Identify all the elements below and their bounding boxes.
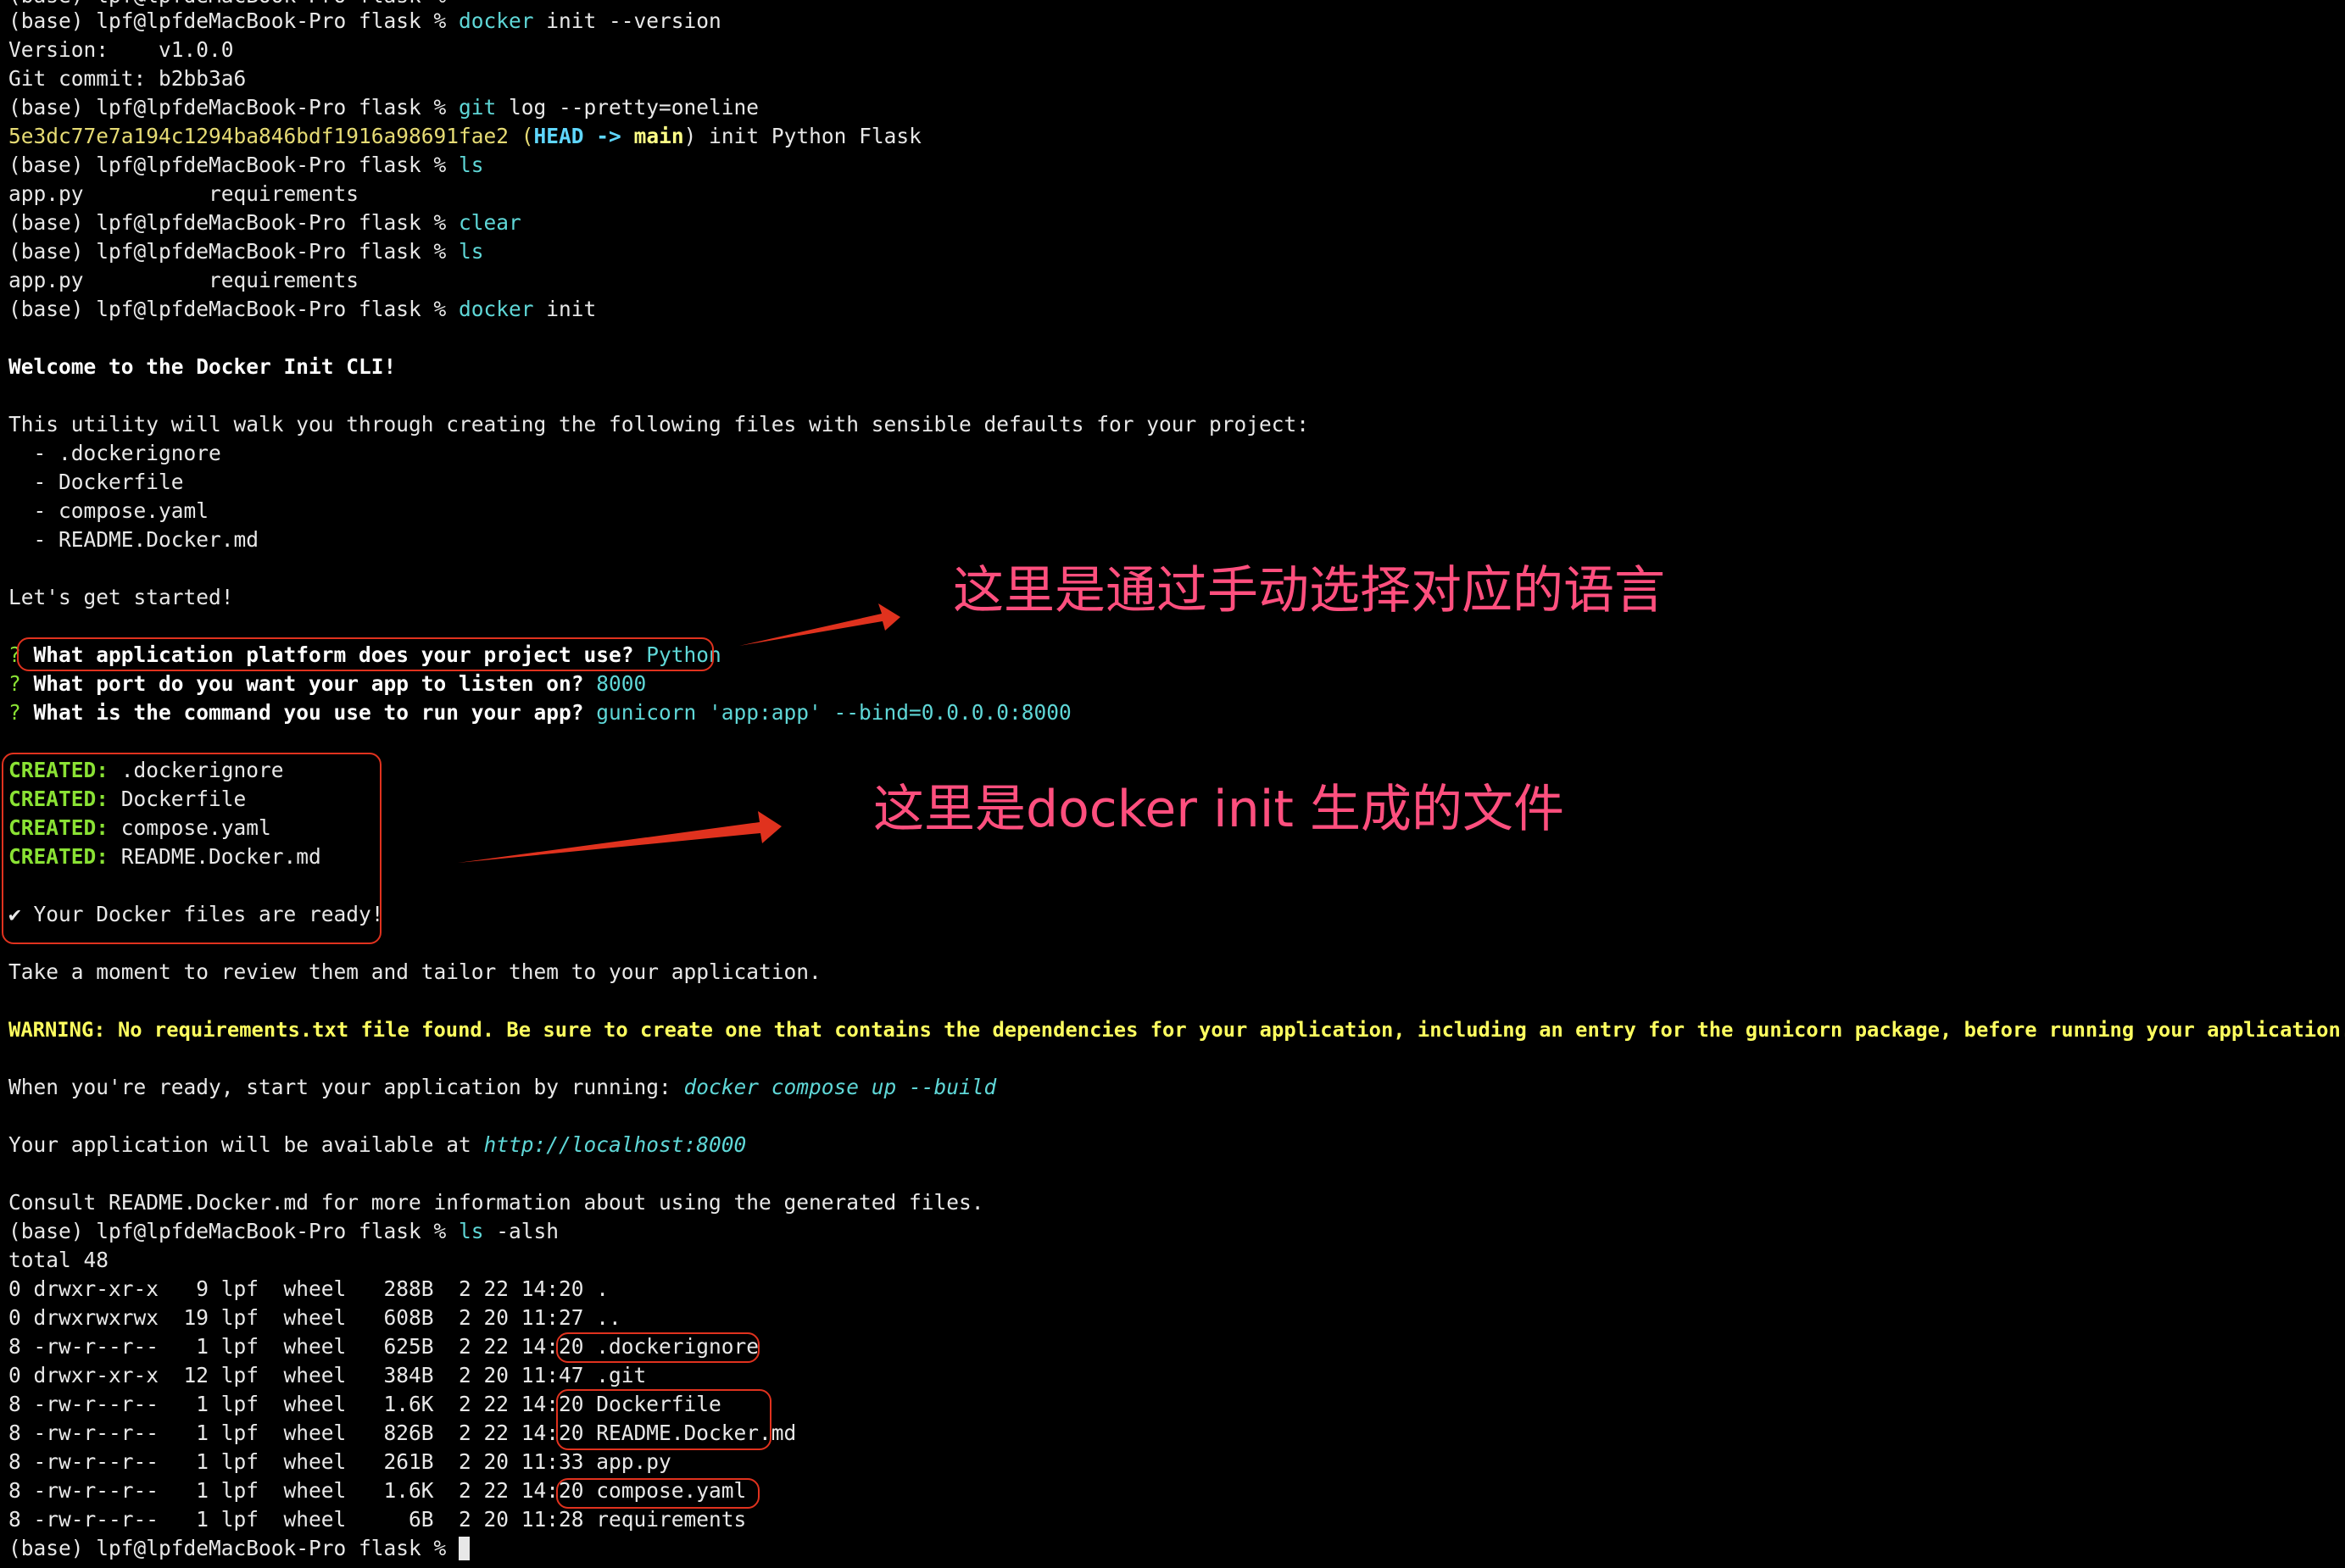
arrow-right-icon xyxy=(458,811,782,863)
annotation-language: 这里是通过手动选择对应的语言 xyxy=(953,561,1665,620)
arrow-right-icon xyxy=(739,603,900,646)
annotation-generated-files: 这里是docker init 生成的文件 xyxy=(873,780,1565,839)
terminal-window[interactable]: (base) lpf@lpfdeMacBook-Pro flask % (bas… xyxy=(0,0,2345,1568)
